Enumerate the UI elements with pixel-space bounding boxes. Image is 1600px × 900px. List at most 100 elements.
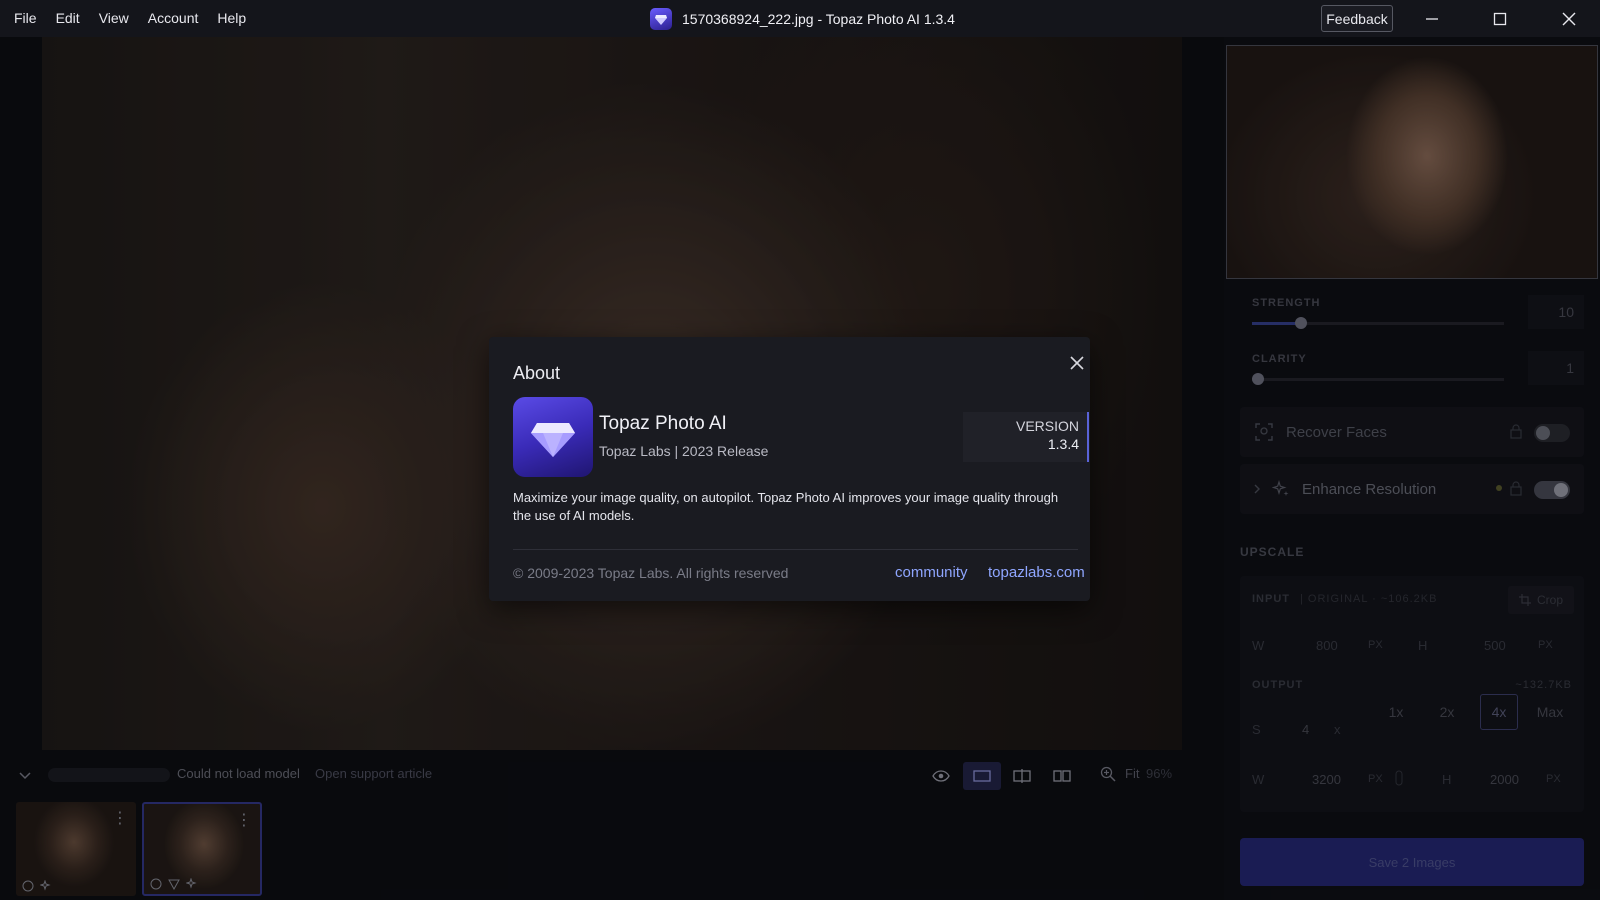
input-w-value: 800 [1316,638,1338,653]
more-options-icon[interactable]: ⋮ [236,810,252,830]
enhance-resolution-row[interactable]: Enhance Resolution [1240,464,1584,514]
output-h-unit: PX [1546,773,1561,785]
input-label: INPUT [1252,593,1290,605]
sharpen-icon [168,879,180,890]
topaz-logo-icon [650,7,672,30]
input-w-unit: PX [1368,639,1383,651]
input-h-unit: PX [1538,639,1553,651]
copyright-text: © 2009-2023 Topaz Labs. All rights reser… [513,565,789,581]
thumbnail-2[interactable]: ⋮ [142,802,262,896]
zoom-value[interactable]: 96% [1146,766,1172,781]
face-scan-icon [1254,422,1274,442]
scale-unit: x [1334,722,1341,737]
denoise-icon [22,880,34,892]
scale-4x-button[interactable]: 4x [1480,694,1518,730]
crop-button[interactable]: Crop [1508,586,1574,614]
scale-input[interactable]: 4 [1302,722,1309,737]
sparkle-icon [1272,480,1290,498]
strength-value[interactable]: 10 [1528,295,1584,329]
single-view-icon[interactable] [963,762,1001,790]
about-dialog: About Topaz Photo AI Topaz Labs | 2023 R… [489,337,1090,601]
side-by-side-icon[interactable] [1043,762,1081,790]
version-number: 1.3.4 [1047,436,1079,452]
upscale-panel: INPUT | ORIGINAL · ~106.2KB Crop W 800 P… [1240,576,1584,812]
strength-fill [1252,322,1300,325]
clarity-slider[interactable]: CLARITY 1 [1240,351,1584,401]
output-w-value[interactable]: 3200 [1312,772,1341,787]
about-description: Maximize your image quality, on autopilo… [513,490,1059,523]
clarity-value[interactable]: 1 [1528,351,1584,385]
status-dot-icon [1496,485,1502,491]
input-w-label: W [1252,638,1265,653]
chevron-down-icon[interactable] [18,768,32,786]
split-view-icon[interactable] [1003,762,1041,790]
output-label: OUTPUT [1252,679,1304,691]
zoom-label[interactable]: Fit [1125,766,1139,781]
thumbnail-icons [22,880,52,892]
app-window: File Edit View Account Help 1570368924_2… [0,0,1600,900]
link-icon[interactable] [1395,770,1403,789]
sparkle-icon [186,878,197,889]
output-h-label: H [1442,772,1452,787]
recover-faces-toggle[interactable] [1534,424,1570,442]
sparkle-icon [40,880,51,891]
scale-1x-button[interactable]: 1x [1377,694,1415,730]
save-images-button[interactable]: Save 2 Images [1240,838,1584,886]
clarity-label: CLARITY [1252,353,1307,365]
community-link[interactable]: community [895,564,968,581]
lock-icon [1510,424,1522,444]
strength-knob[interactable] [1295,317,1308,329]
menu-help[interactable]: Help [217,0,246,37]
thumbnail-icons [150,878,198,890]
thumbnail-1[interactable]: ⋮ [16,802,136,896]
eye-icon[interactable] [922,762,960,790]
strength-label: STRENGTH [1252,297,1321,309]
support-link[interactable]: Open support article [315,766,432,781]
navigator-preview[interactable] [1226,45,1598,279]
divider [513,549,1078,550]
close-window-icon[interactable] [1546,0,1592,37]
bottom-toolbar: Could not load model Open support articl… [0,758,1224,790]
scale-label: S [1252,722,1261,737]
output-h-value[interactable]: 2000 [1490,772,1519,787]
status-text: Could not load model [177,766,300,781]
scale-max-button[interactable]: Max [1531,694,1569,730]
about-title: About [513,363,561,383]
scale-2x-button[interactable]: 2x [1428,694,1466,730]
input-h-label: H [1418,638,1428,653]
menu-file[interactable]: File [14,0,37,37]
feedback-button[interactable]: Feedback [1321,5,1393,32]
clarity-track[interactable] [1252,378,1504,381]
denoise-icon [150,878,162,890]
maximize-icon[interactable] [1477,0,1523,37]
strength-slider[interactable]: STRENGTH 10 [1240,295,1584,345]
website-link[interactable]: topazlabs.com [988,564,1085,581]
version-label: VERSION [1015,418,1079,434]
input-h-value: 500 [1484,638,1506,653]
input-meta: | ORIGINAL · ~106.2KB [1300,593,1438,605]
lock-icon [1510,481,1522,501]
more-options-icon[interactable]: ⋮ [112,808,128,828]
menu-edit[interactable]: Edit [56,0,80,37]
output-size: ~132.7KB [1515,679,1572,691]
close-icon[interactable] [1067,353,1087,373]
output-w-label: W [1252,772,1265,787]
enhance-resolution-label: Enhance Resolution [1302,480,1437,498]
minimize-icon[interactable] [1409,0,1455,37]
crop-icon [1518,594,1531,606]
recover-faces-row[interactable]: Recover Faces [1240,407,1584,457]
version-box: VERSION 1.3.4 [963,412,1089,462]
topaz-logo-icon [513,397,593,477]
crop-label: Crop [1536,593,1563,607]
zoom-icon[interactable] [1100,766,1116,787]
chevron-right-icon[interactable] [1252,483,1262,495]
recover-faces-label: Recover Faces [1286,423,1387,441]
about-app-name: Topaz Photo AI [599,413,727,434]
menu-view[interactable]: View [99,0,129,37]
upscale-section-title: UPSCALE [1240,545,1305,559]
title-bar: File Edit View Account Help 1570368924_2… [0,0,1600,37]
enhance-resolution-toggle[interactable] [1534,481,1570,499]
clarity-knob[interactable] [1252,373,1264,385]
menu-account[interactable]: Account [148,0,199,37]
about-app-subtitle: Topaz Labs | 2023 Release [599,443,769,459]
